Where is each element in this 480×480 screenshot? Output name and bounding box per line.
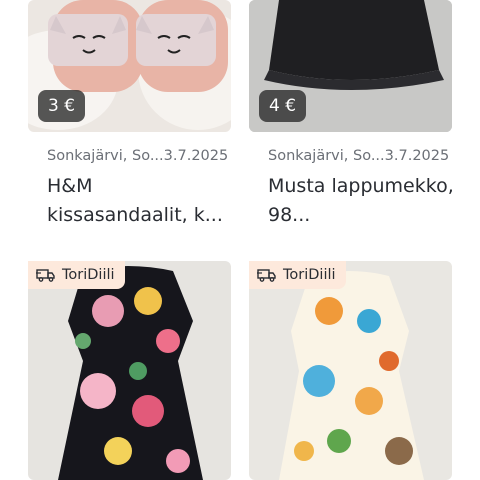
delivery-truck-icon [36, 269, 55, 282]
badge-label: ToriDiili [283, 267, 336, 283]
listing-title[interactable]: Musta lappumekko, 98... [268, 172, 458, 230]
listing-image[interactable]: 4 € [249, 0, 452, 132]
listing-card[interactable]: 3 € Sonkajärvi, So...3.7.2025 H&M kissas… [28, 0, 231, 240]
price-badge: 3 € [38, 90, 86, 122]
location-date: Sonkajärvi, So...3.7.2025 [47, 148, 229, 164]
listing-title[interactable]: H&M kissasandaalit, k... [47, 172, 237, 230]
listing-card[interactable]: ToriDiili [249, 261, 452, 480]
listing-image[interactable] [28, 261, 231, 480]
listing-card[interactable]: ToriDiili [28, 261, 231, 480]
listing-photo [28, 261, 231, 480]
listing-image[interactable] [249, 261, 452, 480]
listing-photo [249, 261, 452, 480]
price-badge: 4 € [259, 90, 307, 122]
tori-diili-badge: ToriDiili [249, 261, 346, 289]
tori-diili-badge: ToriDiili [28, 261, 125, 289]
listing-image[interactable]: 3 € [28, 0, 231, 132]
listing-card[interactable]: 4 € Sonkajärvi, So...3.7.2025 Musta lapp… [249, 0, 454, 240]
delivery-truck-icon [257, 269, 276, 282]
badge-label: ToriDiili [62, 267, 115, 283]
location-date: Sonkajärvi, So...3.7.2025 [268, 148, 450, 164]
